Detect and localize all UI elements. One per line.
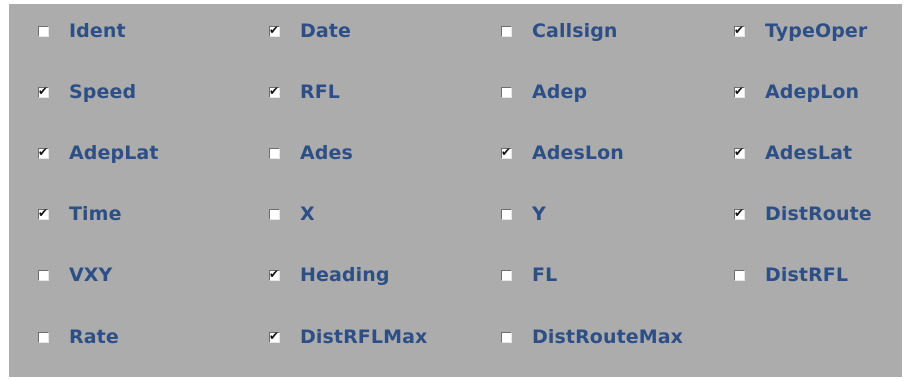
checkmark-icon: ✔ — [38, 205, 49, 220]
checkbox-callsign[interactable]: ✔ Callsign — [501, 16, 618, 46]
checked-box-icon[interactable]: ✔ — [269, 328, 280, 343]
checkbox-speed[interactable]: ✔ Speed — [38, 77, 136, 107]
checkbox-adep[interactable]: ✔ Adep — [501, 77, 587, 107]
checkbox-label: AdepLat — [69, 142, 159, 164]
checkbox-x[interactable]: ✔X — [269, 199, 315, 229]
checkbox-label: Ades — [300, 142, 353, 164]
checkbox-vxy[interactable]: ✔ VXY — [38, 260, 112, 290]
checkmark-icon: ✔ — [269, 266, 280, 281]
checkbox-label: Y — [532, 203, 546, 225]
checkbox-rate[interactable]: ✔ Rate — [38, 322, 119, 352]
checkmark-icon: ✔ — [734, 144, 745, 159]
checkbox-label: DistRoute — [765, 203, 872, 225]
unchecked-box-icon[interactable]: ✔ — [38, 269, 49, 281]
checkbox-distrfl[interactable]: ✔ DistRFL — [734, 260, 848, 290]
checked-box-icon[interactable]: ✔ — [734, 205, 745, 220]
unchecked-box-icon[interactable]: ✔ — [38, 331, 49, 343]
checked-box-icon[interactable]: ✔ — [501, 144, 512, 159]
checkbox-time[interactable]: ✔ Time — [38, 199, 122, 229]
checked-box-icon[interactable]: ✔ — [734, 83, 745, 98]
checkbox-adeplon[interactable]: ✔ AdepLon — [734, 77, 859, 107]
checkbox-fl[interactable]: ✔ FL — [501, 260, 557, 290]
field-selection-panel: ✔Ident✔Date✔Callsign✔TypeOper✔Speed✔RFL✔… — [9, 4, 902, 377]
checkbox-label: Heading — [300, 264, 390, 286]
checkbox-label: Ident — [69, 20, 126, 42]
checkmark-icon: ✔ — [501, 144, 512, 159]
checked-box-icon[interactable]: ✔ — [269, 83, 280, 98]
checkbox-date[interactable]: ✔ Date — [269, 16, 351, 46]
checkbox-label: Speed — [69, 81, 137, 103]
checked-box-icon[interactable]: ✔ — [269, 22, 280, 37]
checkmark-icon: ✔ — [269, 22, 280, 37]
checkmark-icon: ✔ — [269, 83, 280, 98]
checkbox-label: AdesLat — [765, 142, 853, 164]
checkbox-label: VXY — [69, 264, 113, 286]
checked-box-icon[interactable]: ✔ — [734, 144, 745, 159]
checkbox-adeslat[interactable]: ✔ AdesLat — [734, 138, 852, 168]
checkbox-label: Adep — [532, 81, 588, 103]
checkbox-distroute[interactable]: ✔ DistRoute — [734, 199, 872, 229]
checkbox-label: FL — [532, 264, 558, 286]
unchecked-box-icon[interactable]: ✔ — [501, 331, 512, 343]
checkbox-typeoper[interactable]: ✔ TypeOper — [734, 16, 867, 46]
unchecked-box-icon[interactable]: ✔ — [269, 208, 280, 220]
checkmark-icon: ✔ — [734, 205, 745, 220]
checkmark-icon: ✔ — [38, 83, 49, 98]
checkmark-icon: ✔ — [734, 83, 745, 98]
checkbox-label: Date — [300, 20, 351, 42]
checkbox-label: Callsign — [532, 20, 618, 42]
checkbox-label: RFL — [300, 81, 341, 103]
checkbox-y[interactable]: ✔Y — [501, 199, 546, 229]
checkbox-label: DistRFLMax — [300, 326, 428, 348]
unchecked-box-icon[interactable]: ✔ — [501, 269, 512, 281]
checkbox-adeplat[interactable]: ✔ AdepLat — [38, 138, 159, 168]
checkbox-grid: ✔Ident✔Date✔Callsign✔TypeOper✔Speed✔RFL✔… — [9, 4, 902, 377]
checkbox-distroutemax[interactable]: ✔ DistRouteMax — [501, 322, 683, 352]
checkbox-label: DistRFL — [765, 264, 849, 286]
checked-box-icon[interactable]: ✔ — [38, 83, 49, 98]
checkbox-ident[interactable]: ✔ Ident — [38, 16, 126, 46]
unchecked-box-icon[interactable]: ✔ — [38, 25, 49, 37]
checked-box-icon[interactable]: ✔ — [38, 144, 49, 159]
checkbox-ades[interactable]: ✔ Ades — [269, 138, 353, 168]
checkbox-label: Rate — [69, 326, 119, 348]
checkbox-distrflmax[interactable]: ✔ DistRFLMax — [269, 322, 427, 352]
unchecked-box-icon[interactable]: ✔ — [269, 147, 280, 159]
unchecked-box-icon[interactable]: ✔ — [501, 86, 512, 98]
checked-box-icon[interactable]: ✔ — [734, 22, 745, 37]
checkbox-label: AdesLon — [532, 142, 624, 164]
checkbox-adeslon[interactable]: ✔ AdesLon — [501, 138, 624, 168]
checkbox-label: X — [300, 203, 315, 225]
checkbox-heading[interactable]: ✔ Heading — [269, 260, 390, 290]
checkmark-icon: ✔ — [269, 328, 280, 343]
checkbox-label: DistRouteMax — [532, 326, 684, 348]
checkbox-rfl[interactable]: ✔ RFL — [269, 77, 340, 107]
checkbox-label: AdepLon — [765, 81, 860, 103]
checkbox-label: TypeOper — [765, 20, 868, 42]
checkbox-label: Time — [69, 203, 122, 225]
unchecked-box-icon[interactable]: ✔ — [734, 269, 745, 281]
unchecked-box-icon[interactable]: ✔ — [501, 25, 512, 37]
checked-box-icon[interactable]: ✔ — [269, 266, 280, 281]
checkmark-icon: ✔ — [38, 144, 49, 159]
checked-box-icon[interactable]: ✔ — [38, 205, 49, 220]
unchecked-box-icon[interactable]: ✔ — [501, 208, 512, 220]
checkmark-icon: ✔ — [734, 22, 745, 37]
